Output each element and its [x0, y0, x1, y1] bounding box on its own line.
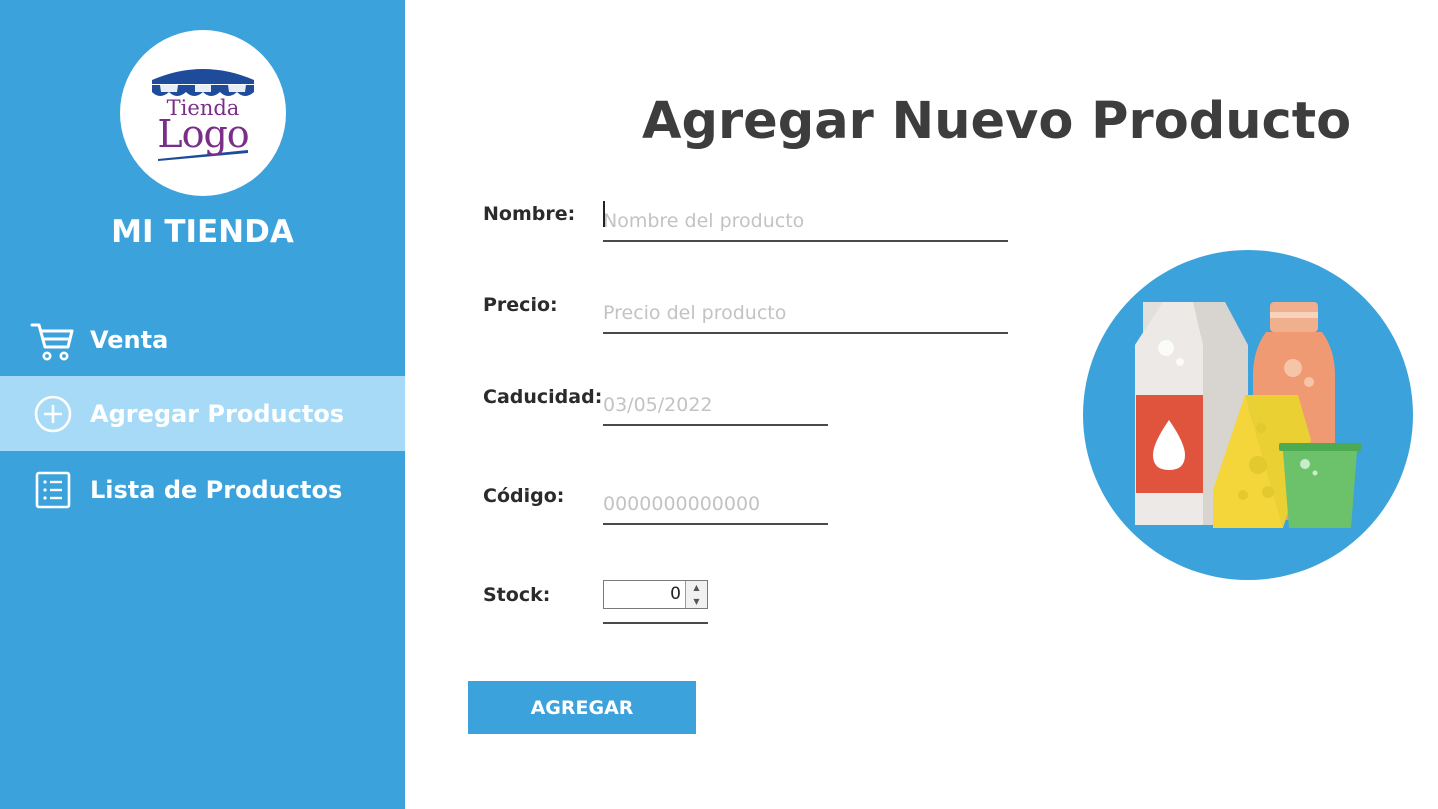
- codigo-label: Código:: [483, 485, 565, 507]
- stock-value[interactable]: 0: [670, 584, 681, 604]
- codigo-input[interactable]: [603, 485, 828, 525]
- store-logo: Tienda Logo: [120, 30, 286, 196]
- app-window: Tienda Logo MI TIENDA Venta Agregar Prod…: [0, 0, 1438, 809]
- nombre-label: Nombre:: [483, 203, 576, 225]
- groceries-illustration: [1083, 250, 1413, 580]
- chevron-up-icon: ▲: [693, 583, 700, 592]
- sidebar-item-lista-productos[interactable]: Lista de Productos: [0, 452, 405, 527]
- chevron-down-icon: ▼: [693, 596, 700, 606]
- nombre-input[interactable]: [603, 202, 1008, 242]
- sidebar-item-venta[interactable]: Venta: [0, 302, 405, 377]
- sidebar-item-label: Agregar Productos: [90, 399, 345, 428]
- agregar-button[interactable]: AGREGAR: [468, 681, 696, 734]
- precio-label: Precio:: [483, 294, 558, 316]
- stock-spinner[interactable]: 0 ▲ ▼: [603, 580, 708, 609]
- store-name: MI TIENDA: [111, 214, 294, 250]
- precio-input[interactable]: [603, 294, 1008, 334]
- sidebar-item-label: Venta: [90, 325, 169, 354]
- sidebar: Tienda Logo MI TIENDA Venta Agregar Prod…: [0, 0, 405, 809]
- stock-label: Stock:: [483, 584, 551, 606]
- plus-circle-icon: [34, 395, 72, 432]
- cart-icon: [30, 323, 74, 360]
- caducidad-input[interactable]: [603, 386, 828, 426]
- caducidad-label: Caducidad:: [483, 386, 603, 408]
- spinner-down-button[interactable]: ▼: [685, 594, 707, 608]
- logo-text-logo: Logo: [157, 112, 249, 156]
- spinner-up-button[interactable]: ▲: [685, 581, 707, 595]
- sidebar-item-label: Lista de Productos: [90, 475, 343, 504]
- stock-underline: [603, 622, 708, 624]
- sidebar-item-agregar-productos[interactable]: Agregar Productos: [0, 376, 405, 451]
- page-title: Agregar Nuevo Producto: [642, 92, 1352, 151]
- text-caret: [603, 201, 605, 227]
- list-icon: [35, 471, 71, 508]
